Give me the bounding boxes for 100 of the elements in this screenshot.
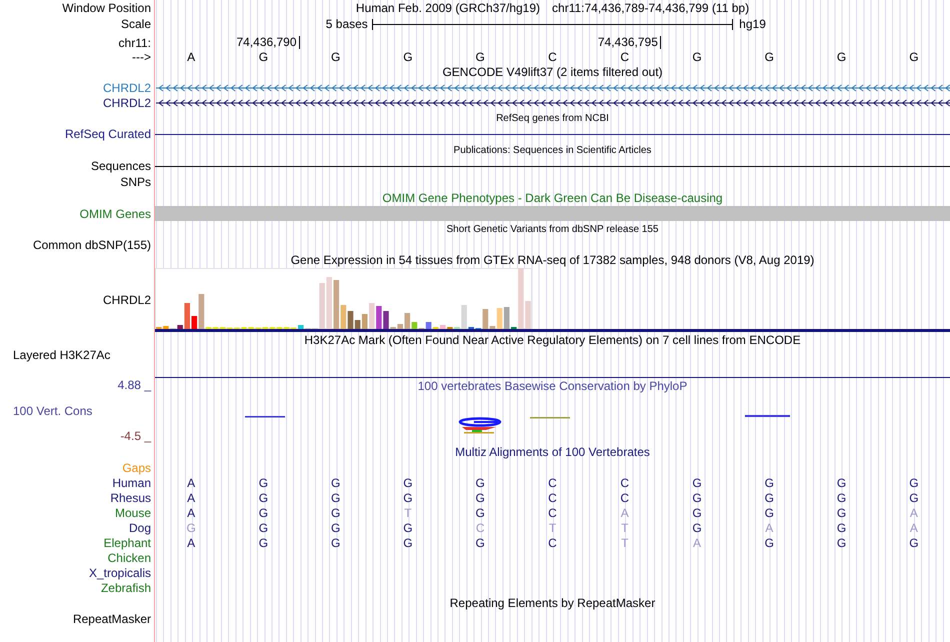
base-letter: G xyxy=(403,50,413,64)
track-title: Short Genetic Variants from dbSNP release 155 xyxy=(446,224,658,234)
track-title: GENCODE V49lift37 (2 items filtered out) xyxy=(442,65,663,79)
base-letter: G xyxy=(692,520,702,534)
base-letter: G xyxy=(909,476,919,490)
base-letter: G xyxy=(258,520,268,534)
base-letter: T xyxy=(621,536,628,550)
species-label[interactable]: Zebrafish xyxy=(100,580,151,594)
base-letter: A xyxy=(910,506,918,520)
base-letter: G xyxy=(836,536,846,550)
track-label[interactable]: RepeatMasker xyxy=(72,612,151,626)
base-letter: G xyxy=(403,536,413,550)
base-letter: G xyxy=(764,50,774,64)
position-tick: 74,436,795 xyxy=(598,36,661,49)
base-letter: G xyxy=(186,520,196,534)
gene-label[interactable]: CHRDL2 xyxy=(102,96,151,110)
base-letter: G xyxy=(331,536,340,550)
ruler-label: chr11: xyxy=(118,36,151,50)
track-label[interactable]: CHRDL2 xyxy=(102,293,151,307)
base-letter: A xyxy=(693,536,702,550)
track-title: Gene Expression in 54 tissues from GTEx RNA-seq of 17382 samples, 948 donors (V8, Aug 2019) xyxy=(290,253,814,267)
ruler-label: Scale xyxy=(120,17,151,31)
species-label[interactable]: Chicken xyxy=(108,550,151,564)
species-label[interactable]: X_tropicalis xyxy=(88,566,151,580)
base-letter: A xyxy=(187,490,196,504)
base-letter: G xyxy=(476,490,485,504)
axis-min-label: -4.5 _ xyxy=(120,429,151,443)
species-label[interactable]: Mouse xyxy=(114,506,151,520)
scale-text: 5 bases xyxy=(326,17,369,31)
base-letter: T xyxy=(548,520,556,534)
ruler-label: Window Position xyxy=(62,1,151,15)
base-letter: G xyxy=(692,490,702,504)
base-letter: G xyxy=(836,50,846,64)
track-label[interactable]: OMIM Genes xyxy=(80,206,151,220)
base-letter: G xyxy=(764,536,774,550)
base-letter: G xyxy=(836,506,846,520)
base-letter: G xyxy=(692,476,702,490)
track-label[interactable]: Layered H3K27Ac xyxy=(13,348,110,362)
base-letter: G xyxy=(258,536,268,550)
position-tick: 74,436,790 xyxy=(236,36,300,49)
track-label[interactable]: 100 Vert. Cons xyxy=(0,404,92,418)
base-letter: G xyxy=(909,536,919,550)
species-label[interactable]: Rhesus xyxy=(110,490,151,504)
axis-max-label: 4.88 _ xyxy=(118,378,151,392)
base-letter: G xyxy=(909,490,919,504)
base-letter: G xyxy=(476,506,485,520)
base-letter: T xyxy=(621,520,628,534)
species-label[interactable]: Human xyxy=(112,476,151,490)
base-letter: G xyxy=(836,490,846,504)
base-letter: G xyxy=(476,50,485,64)
base-letter: G xyxy=(764,490,774,504)
base-letter: G xyxy=(258,476,268,490)
species-label[interactable]: Elephant xyxy=(104,536,151,550)
base-letter: G xyxy=(692,506,702,520)
base-letter: A xyxy=(910,520,918,534)
base-letter: C xyxy=(620,490,630,504)
base-letter: C xyxy=(548,536,557,550)
base-letter: G xyxy=(476,536,485,550)
base-letter: C xyxy=(548,506,557,520)
base-letter: G xyxy=(476,476,485,490)
assembly-text: Human Feb. 2009 (GRCh37/hg19) xyxy=(356,1,540,15)
track-title: Repeating Elements by RepeatMasker xyxy=(450,596,656,610)
base-letter: G xyxy=(258,490,268,504)
base-letter: G xyxy=(331,520,340,534)
track-title: RefSeq genes from NCBI xyxy=(496,112,609,124)
track-title: Publications: Sequences in Scientific Articles xyxy=(454,144,652,156)
base-letter: G xyxy=(258,50,268,64)
species-label[interactable]: Dog xyxy=(128,520,151,534)
base-letter: G xyxy=(836,476,846,490)
base-letter: A xyxy=(187,536,196,550)
base-letter: A xyxy=(765,520,774,534)
base-letter: A xyxy=(187,50,196,64)
base-letter: G xyxy=(258,506,268,520)
base-letter: C xyxy=(548,476,557,490)
track-label[interactable]: SNPs xyxy=(120,175,151,189)
gene-strand-icon[interactable] xyxy=(156,98,950,106)
base-letter: G xyxy=(836,520,846,534)
track-label[interactable]: Sequences xyxy=(90,159,151,173)
base-letter: C xyxy=(548,50,557,64)
base-letter: T xyxy=(404,506,412,520)
track-label[interactable]: RefSeq Curated xyxy=(64,127,151,141)
gene-label[interactable]: CHRDL2 xyxy=(102,80,151,94)
base-letter: G xyxy=(909,50,919,64)
base-letter: C xyxy=(476,520,485,534)
base-letter: C xyxy=(548,490,557,504)
base-letter: G xyxy=(403,476,413,490)
base-letter: G xyxy=(764,476,774,490)
base-letter: A xyxy=(187,506,196,520)
track-title: OMIM Gene Phenotypes - Dark Green Can Be Disease-causing xyxy=(382,191,723,205)
base-letter: G xyxy=(331,490,340,504)
base-letter: A xyxy=(620,506,629,520)
base-letter: G xyxy=(331,476,340,490)
base-letter: G xyxy=(692,50,702,64)
position-range: chr11:74,436,789-74,436,799 (11 bp) xyxy=(552,1,750,15)
base-letter: A xyxy=(187,476,196,490)
base-letter: G xyxy=(764,506,774,520)
track-title: Multiz Alignments of 100 Vertebrates xyxy=(455,445,650,459)
track-label[interactable]: Common dbSNP(155) xyxy=(32,238,151,252)
base-letter: C xyxy=(620,50,630,64)
base-letter: C xyxy=(620,476,630,490)
